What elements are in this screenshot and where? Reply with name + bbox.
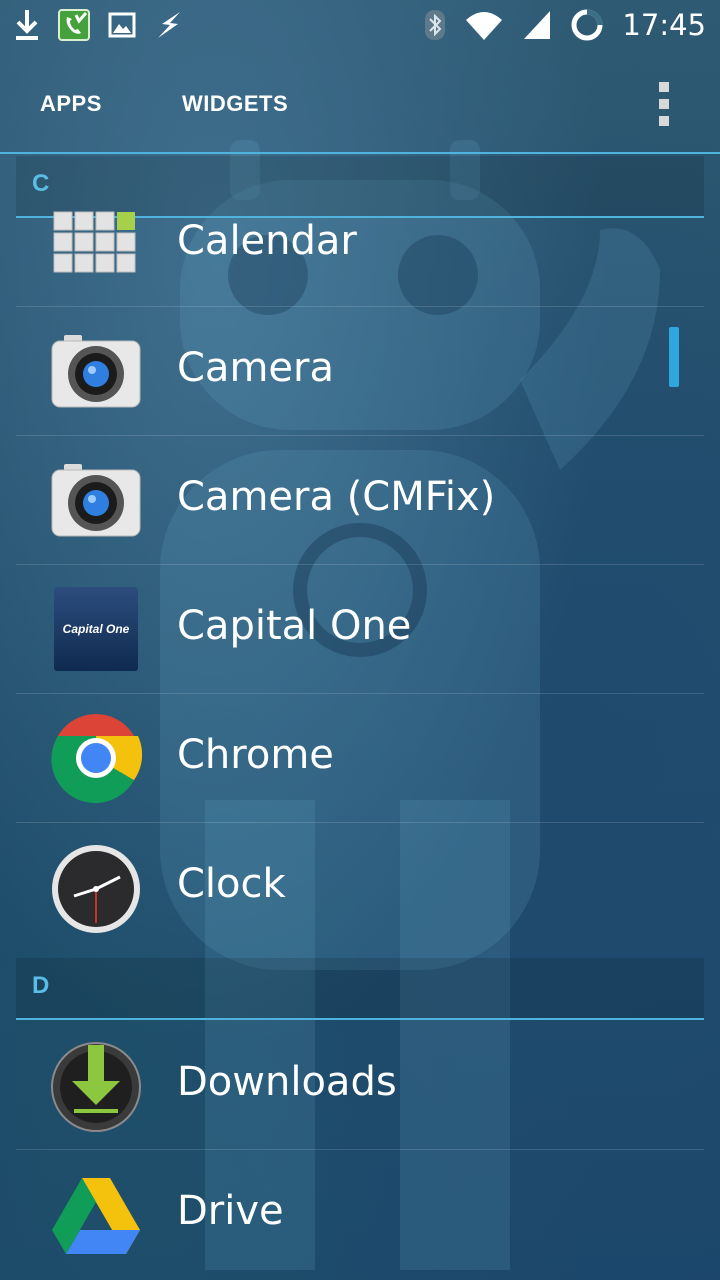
- app-label: Capital One: [177, 603, 412, 649]
- list-item-downloads[interactable]: Downloads: [16, 1021, 704, 1150]
- list-item-calendar[interactable]: Calendar: [16, 211, 704, 307]
- chrome-icon: [51, 714, 142, 804]
- tab-apps[interactable]: APPS: [40, 91, 102, 117]
- list-item-drive[interactable]: Drive: [16, 1150, 704, 1279]
- signal-icon: [524, 11, 551, 39]
- app-label: Calendar: [177, 218, 357, 264]
- list-item-chrome[interactable]: Chrome: [16, 694, 704, 823]
- clock-icon: [52, 845, 140, 933]
- app-label: Drive: [177, 1188, 284, 1234]
- drawer-tabs: APPS WIDGETS: [0, 50, 720, 152]
- app-label: Clock: [177, 861, 286, 907]
- tabs-divider: [0, 152, 720, 154]
- camera-icon: [51, 464, 141, 537]
- status-time: 17:45: [622, 8, 706, 42]
- camera-icon: [51, 335, 141, 408]
- calendar-icon: [53, 211, 136, 273]
- tab-widgets[interactable]: WIDGETS: [182, 91, 288, 117]
- section-letter: D: [32, 972, 50, 999]
- status-bar: 17:45: [0, 0, 720, 50]
- image-icon: [108, 12, 136, 38]
- capital-one-icon: Capital One: [54, 587, 138, 671]
- list-item-camera-cmfix[interactable]: Camera (CMFix): [16, 436, 704, 565]
- app-label: Downloads: [177, 1059, 397, 1105]
- overflow-menu-icon[interactable]: [656, 82, 672, 126]
- download-icon: [16, 10, 38, 40]
- list-item-camera[interactable]: Camera: [16, 307, 704, 436]
- list-item-capital-one[interactable]: Capital One Capital One: [16, 565, 704, 694]
- downloads-icon: [51, 1042, 141, 1132]
- section-letter: C: [32, 170, 50, 197]
- app-label: Chrome: [177, 732, 334, 778]
- capital-one-logo-text: Capital One: [62, 622, 130, 636]
- section-divider: [16, 1018, 704, 1020]
- scrollbar-thumb[interactable]: [669, 327, 679, 387]
- app-label: Camera (CMFix): [177, 474, 496, 520]
- drive-icon: [52, 1178, 140, 1254]
- bluetooth-icon: [425, 10, 446, 40]
- battery-ring-icon: [571, 9, 603, 41]
- phone-icon: [58, 9, 90, 41]
- list-item-clock[interactable]: Clock: [16, 823, 704, 952]
- section-header-d: D: [16, 958, 704, 1020]
- wifi-icon: [466, 12, 503, 40]
- app-label: Camera: [177, 345, 334, 391]
- lightning-icon: [158, 12, 180, 38]
